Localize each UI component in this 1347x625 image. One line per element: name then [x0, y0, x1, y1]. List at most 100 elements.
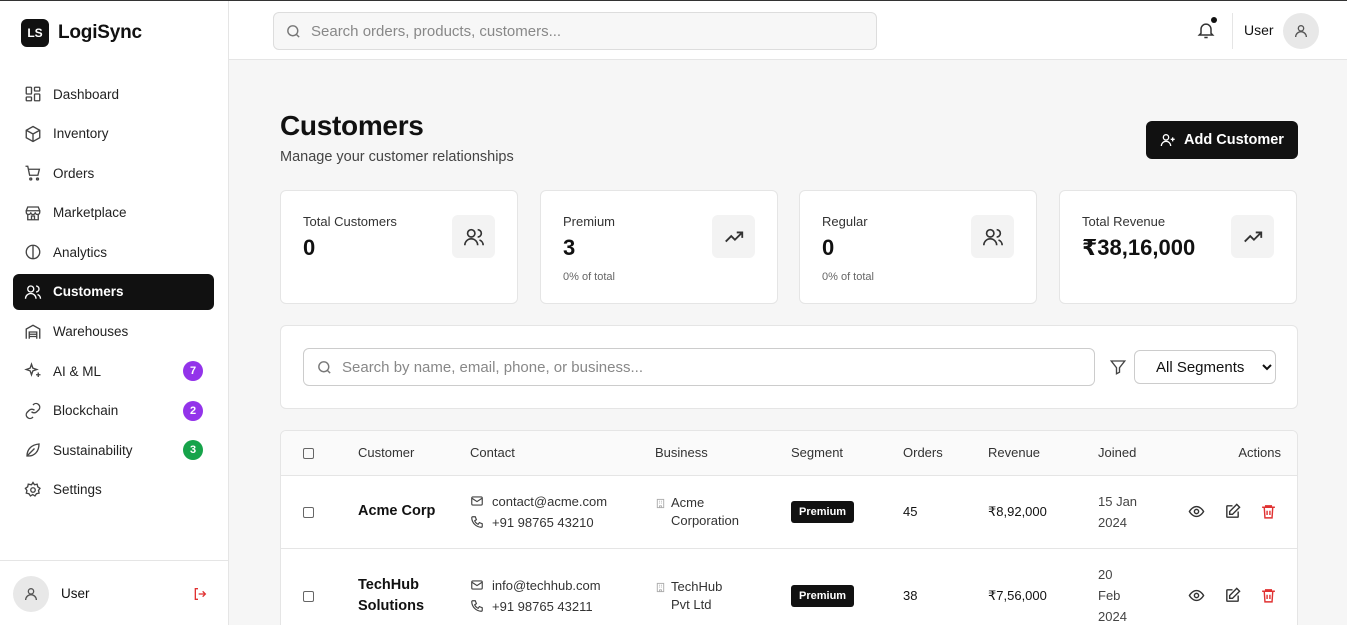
add-customer-button[interactable]: Add Customer	[1146, 121, 1298, 159]
business-name: TechHub Pvt Ltd	[671, 578, 723, 612]
column-header[interactable]: Orders	[903, 431, 988, 476]
column-header[interactable]: Business	[655, 431, 791, 476]
global-search-input[interactable]	[311, 22, 876, 40]
column-header[interactable]: Contact	[470, 431, 655, 476]
topbar: User	[229, 1, 1347, 60]
customer-search-input[interactable]	[342, 358, 1094, 376]
divider	[1232, 13, 1233, 49]
sidebar-item-blockchain[interactable]: Blockchain 2	[13, 393, 214, 429]
email-text: info@techhub.com	[492, 577, 601, 593]
filter-icon[interactable]	[1109, 358, 1127, 376]
building-icon	[656, 582, 665, 592]
sidebar-item-ai-ml[interactable]: AI & ML 7	[13, 353, 214, 389]
revenue-value: ₹7,56,000	[988, 548, 1098, 625]
logout-icon[interactable]	[192, 586, 208, 602]
footer-username: User	[61, 586, 90, 601]
count-badge: 7	[183, 361, 203, 382]
bell-icon[interactable]	[1196, 20, 1216, 40]
sidebar-item-orders[interactable]: Orders	[13, 155, 214, 191]
sidebar-item-settings[interactable]: Settings	[13, 472, 214, 508]
eye-icon[interactable]	[1188, 587, 1205, 604]
stat-card-premium: Premium 3 0% of total	[540, 190, 778, 304]
stat-subtext: 0% of total	[822, 271, 874, 283]
phone-icon	[471, 600, 483, 612]
users-icon	[452, 215, 495, 258]
filter-bar: All Segments	[280, 325, 1298, 409]
sidebar-item-label: Settings	[53, 482, 102, 498]
eye-icon[interactable]	[1188, 503, 1205, 520]
sidebar-item-label: Customers	[53, 284, 124, 300]
sidebar-item-warehouses[interactable]: Warehouses	[13, 314, 214, 350]
brand[interactable]: LS LogiSync	[21, 19, 142, 47]
segment-select[interactable]: All Segments	[1134, 350, 1276, 384]
link-icon	[25, 402, 41, 419]
sidebar-item-dashboard[interactable]: Dashboard	[13, 76, 214, 112]
row-checkbox[interactable]	[303, 591, 314, 603]
revenue-value: ₹8,92,000	[988, 475, 1098, 549]
edit-icon[interactable]	[1224, 587, 1241, 604]
pie-chart-icon	[25, 244, 41, 260]
count-badge: 3	[183, 440, 203, 461]
trash-icon[interactable]	[1260, 503, 1277, 520]
table-row[interactable]: TechHub Solutions info@techhub.com +91 9…	[281, 548, 1297, 625]
sidebar-item-marketplace[interactable]: Marketplace	[13, 195, 214, 231]
email-text: contact@acme.com	[492, 493, 608, 509]
sidebar-footer: User	[0, 560, 229, 625]
brand-logo: LS	[21, 19, 49, 47]
business-name: Acme Corporation	[671, 494, 739, 528]
avatar[interactable]	[1283, 13, 1319, 49]
building-icon	[656, 498, 665, 508]
customer-name[interactable]: Acme Corp	[358, 501, 438, 522]
topbar-username[interactable]: User	[1244, 22, 1274, 38]
search-icon	[318, 360, 331, 374]
search-icon	[287, 24, 300, 38]
edit-icon[interactable]	[1224, 503, 1241, 520]
sidebar-item-analytics[interactable]: Analytics	[13, 234, 214, 270]
table-header-row: Customer Contact Business Segment Orders…	[281, 431, 1297, 476]
sparkles-icon	[24, 362, 41, 378]
column-header: Actions	[1188, 431, 1297, 476]
orders-count: 38	[903, 548, 988, 625]
page-subtitle: Manage your customer relationships	[280, 149, 514, 165]
dashboard-icon	[25, 86, 41, 102]
select-all-checkbox[interactable]	[303, 448, 314, 460]
contact-email: info@techhub.com	[470, 575, 655, 596]
column-header[interactable]: Joined	[1098, 431, 1188, 476]
sidebar-item-customers[interactable]: Customers	[13, 273, 214, 310]
sidebar-item-inventory[interactable]: Inventory	[13, 116, 214, 152]
column-header[interactable]: Customer	[358, 431, 470, 476]
column-header[interactable]: Segment	[791, 431, 903, 476]
count-badge: 2	[183, 400, 203, 421]
row-checkbox[interactable]	[303, 507, 314, 519]
sidebar-item-label: Blockchain	[53, 403, 119, 419]
table-row[interactable]: Acme Corp contact@acme.com +91 98765 432…	[281, 475, 1297, 549]
user-icon	[25, 587, 37, 600]
user-icon	[1295, 25, 1307, 38]
gear-icon	[24, 481, 41, 497]
sidebar-item-label: Warehouses	[53, 324, 129, 340]
column-header[interactable]: Revenue	[988, 431, 1098, 476]
customer-name[interactable]: TechHub Solutions	[358, 575, 438, 617]
trending-up-icon	[1231, 215, 1274, 258]
brand-name: LogiSync	[58, 22, 142, 43]
joined-date: 15 Jan 2024	[1098, 493, 1138, 530]
sidebar-item-label: AI & ML	[53, 363, 102, 379]
sidebar: LS LogiSync Dashboard Inventory Orders M…	[0, 1, 229, 625]
global-search[interactable]	[273, 12, 877, 50]
trending-up-icon	[712, 215, 755, 258]
stat-subtext: 0% of total	[563, 271, 615, 283]
sidebar-item-label: Analytics	[53, 244, 108, 260]
customer-search[interactable]	[303, 348, 1095, 386]
row-actions	[1188, 503, 1297, 520]
business-cell: TechHub Pvt Ltd	[655, 578, 791, 614]
notification-dot	[1211, 17, 1217, 23]
store-icon	[25, 206, 41, 221]
sidebar-item-label: Orders	[53, 165, 95, 181]
orders-count: 45	[903, 475, 988, 549]
sidebar-item-label: Sustainability	[53, 442, 133, 458]
contact-email: contact@acme.com	[470, 491, 655, 512]
sidebar-item-sustainability[interactable]: Sustainability 3	[13, 432, 214, 468]
avatar[interactable]	[13, 575, 49, 612]
sidebar-item-label: Inventory	[53, 126, 109, 142]
trash-icon[interactable]	[1260, 587, 1277, 604]
